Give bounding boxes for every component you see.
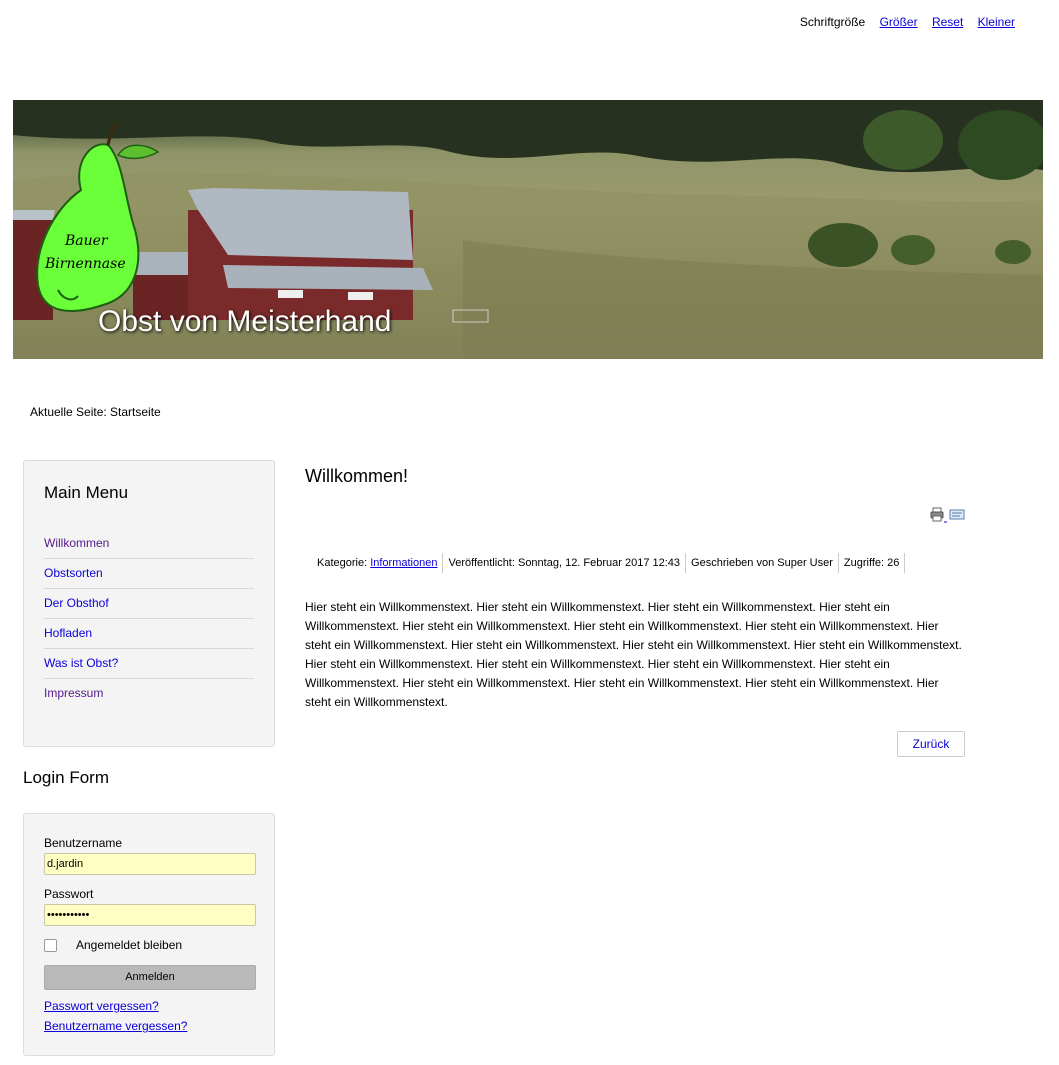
menu-link-obstsorten[interactable]: Obstsorten [44,566,103,580]
remember-me-label: Angemeldet bleiben [76,938,183,952]
article-body: Hier steht ein Willkommenstext. Hier ste… [305,600,962,709]
login-form-panel: Benutzername Passwort Angemeldet bleiben… [23,813,275,1056]
font-reset-link[interactable]: Reset [932,15,963,29]
article-meta: Kategorie: Informationen Veröffentlicht: … [305,553,906,573]
forgot-username-link[interactable]: Benutzername vergessen? [44,1019,187,1033]
back-button[interactable]: Zurück [897,731,965,757]
article-title: Willkommen! [305,466,409,486]
site-title: Obst von Meisterhand [98,305,392,338]
menu-item-impressum: Impressum [44,679,254,708]
font-size-label: Schriftgröße [799,15,866,29]
meta-hits: Zugriffe: 26 [839,553,906,573]
username-input[interactable] [44,853,256,875]
menu-item-der-obsthof: Der Obsthof [44,589,254,619]
menu-item-hofladen: Hofladen [44,619,254,649]
forgot-password-link[interactable]: Passwort vergessen? [44,999,159,1013]
menu-link-impressum[interactable]: Impressum [44,686,103,700]
menu-link-willkommen[interactable]: Willkommen [44,536,109,550]
article-actions [930,507,966,526]
menu-item-willkommen: Willkommen [44,529,254,559]
print-icon[interactable] [930,507,947,523]
username-label: Benutzername [44,836,123,850]
menu-link-der-obsthof[interactable]: Der Obsthof [44,596,109,610]
main-menu-panel: Main Menu Willkommen Obstsorten Der Obst… [23,460,275,747]
remember-me-checkbox[interactable] [44,939,57,952]
logo-text-line2: Birnennase [44,256,126,272]
font-size-bar: Schriftgröße Größer Reset Kleiner [800,15,1015,29]
password-input[interactable] [44,904,256,926]
meta-author: Geschrieben von Super User [686,553,839,573]
pear-logo-icon [36,143,140,312]
email-icon[interactable] [949,509,965,520]
menu-link-was-ist-obst[interactable]: Was ist Obst? [44,656,118,670]
login-submit-button[interactable]: Anmelden [44,965,256,990]
main-menu-title: Main Menu [44,483,129,502]
meta-category-label: Kategorie: [317,557,371,569]
meta-published: Veröffentlicht: Sonntag, 12. Februar 201… [443,553,687,573]
logo-text-line1: Bauer [64,233,109,249]
menu-item-was-ist-obst: Was ist Obst? [44,649,254,679]
password-label: Passwort [44,887,94,901]
menu-link-hofladen[interactable]: Hofladen [44,626,92,640]
main-menu-list: Willkommen Obstsorten Der Obsthof Hoflad… [44,529,254,708]
breadcrumb: Aktuelle Seite: Startseite [30,405,161,419]
meta-category-link[interactable]: Informationen [370,557,437,569]
menu-item-obstsorten: Obstsorten [44,559,254,589]
font-bigger-link[interactable]: Größer [880,15,918,29]
meta-category: Kategorie: Informationen [305,553,444,573]
font-smaller-link[interactable]: Kleiner [978,15,1015,29]
header-banner: Bauer Birnennase Obst von Meisterhand [13,100,1043,359]
login-form-heading: Login Form [23,768,109,787]
